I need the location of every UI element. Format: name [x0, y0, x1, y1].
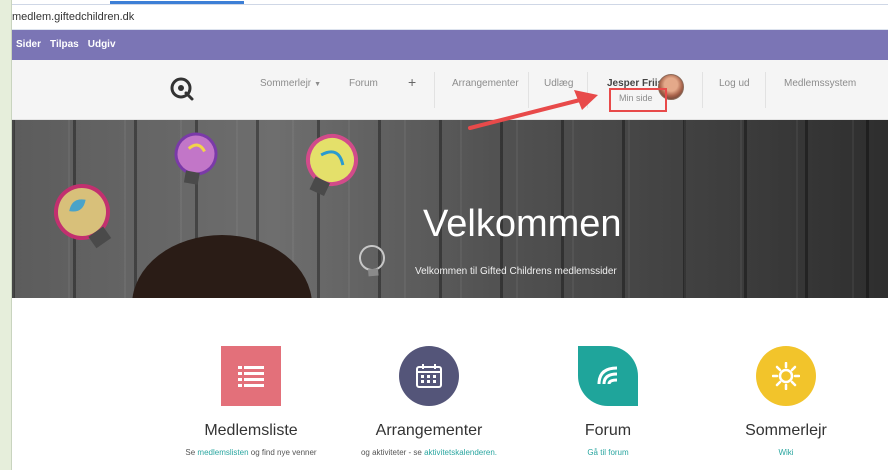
- feature-description-text: og aktiviteter - se: [360, 448, 425, 457]
- feature-arrangementer: Arrangementer og aktiviteter - se aktivi…: [329, 346, 529, 457]
- active-tab-indicator: [110, 1, 244, 4]
- left-window-strip: [0, 0, 12, 470]
- list-icon: [238, 366, 264, 387]
- forum-link[interactable]: Gå til forum: [587, 448, 628, 457]
- nav-divider: [587, 72, 588, 108]
- lightbulb-icon: [359, 245, 385, 277]
- lightbulb-icon: [306, 134, 358, 197]
- feature-title: Forum: [584, 422, 632, 439]
- feature-description: Gå til forum: [508, 448, 708, 457]
- min-side-link[interactable]: Min side: [609, 88, 667, 112]
- feature-title: Arrangementer: [375, 422, 483, 439]
- nav-sommerlejr-label: Sommerlejr: [260, 78, 312, 89]
- calendar-icon: [416, 364, 442, 388]
- medlemslisten-link[interactable]: medlemslisten: [197, 448, 248, 457]
- feature-sommerlejr: Sommerlejr Wiki: [686, 346, 886, 457]
- hero-subtitle: Velkommen til Gifted Childrens medlemssi…: [415, 266, 617, 277]
- site-logo[interactable]: [169, 76, 195, 102]
- nav-sommerlejr[interactable]: Sommerlejr ▼: [260, 78, 321, 89]
- nav-forum[interactable]: Forum: [349, 78, 378, 89]
- feature-description: Se medlemslisten og find nye venner: [151, 448, 351, 457]
- admin-toolbar: Sider Tilpas Udgiv: [12, 30, 888, 60]
- feature-description: Wiki: [686, 448, 886, 457]
- nav-divider: [528, 72, 529, 108]
- chevron-down-icon: ▼: [314, 81, 322, 88]
- hero-banner: Velkommen Velkommen til Gifted Childrens…: [12, 120, 888, 298]
- nav-divider: [765, 72, 766, 108]
- feature-forum: Forum Gå til forum: [508, 346, 708, 457]
- admin-menu-sider[interactable]: Sider: [16, 39, 41, 50]
- feature-title: Medlemsliste: [204, 422, 298, 439]
- nav-udlaeg[interactable]: Udlæg: [544, 78, 573, 89]
- nav-arrangementer[interactable]: Arrangementer: [452, 78, 519, 89]
- url-text[interactable]: medlem.giftedchildren.dk: [12, 11, 134, 23]
- nav-divider: [434, 72, 435, 108]
- feature-description: og aktiviteter - se aktivitetskalenderen…: [329, 448, 529, 457]
- nav-add[interactable]: +: [408, 74, 416, 90]
- feature-icon-tile[interactable]: [221, 346, 281, 406]
- aktivitetskalender-link[interactable]: aktivitetskalenderen.: [424, 448, 497, 457]
- wiki-link[interactable]: Wiki: [778, 448, 793, 457]
- admin-menu-udgiv[interactable]: Udgiv: [88, 39, 116, 50]
- forum-icon: [597, 366, 618, 385]
- feature-description-text: Se: [185, 448, 198, 457]
- hero-title: Velkommen: [423, 203, 622, 245]
- lightbulb-icon: [174, 132, 218, 185]
- feature-section: Medlemsliste Se medlemslisten og find ny…: [12, 298, 888, 470]
- sun-icon: [772, 362, 800, 390]
- feature-icon-tile[interactable]: [756, 346, 816, 406]
- feature-description-text: og find nye venner: [248, 448, 317, 457]
- nav-divider: [702, 72, 703, 108]
- feature-medlemsliste: Medlemsliste Se medlemslisten og find ny…: [151, 346, 351, 457]
- admin-menu-tilpas[interactable]: Tilpas: [50, 39, 79, 50]
- feature-icon-tile[interactable]: [578, 346, 638, 406]
- nav-medlemssystem[interactable]: Medlemssystem: [784, 78, 856, 89]
- feature-title: Sommerlejr: [745, 422, 827, 439]
- site-header: Sommerlejr ▼ Forum + Arrangementer Udlæg …: [12, 60, 888, 120]
- feature-icon-tile[interactable]: [399, 346, 459, 406]
- browser-address-bar[interactable]: medlem.giftedchildren.dk: [12, 1, 888, 30]
- nav-log-ud[interactable]: Log ud: [719, 78, 750, 89]
